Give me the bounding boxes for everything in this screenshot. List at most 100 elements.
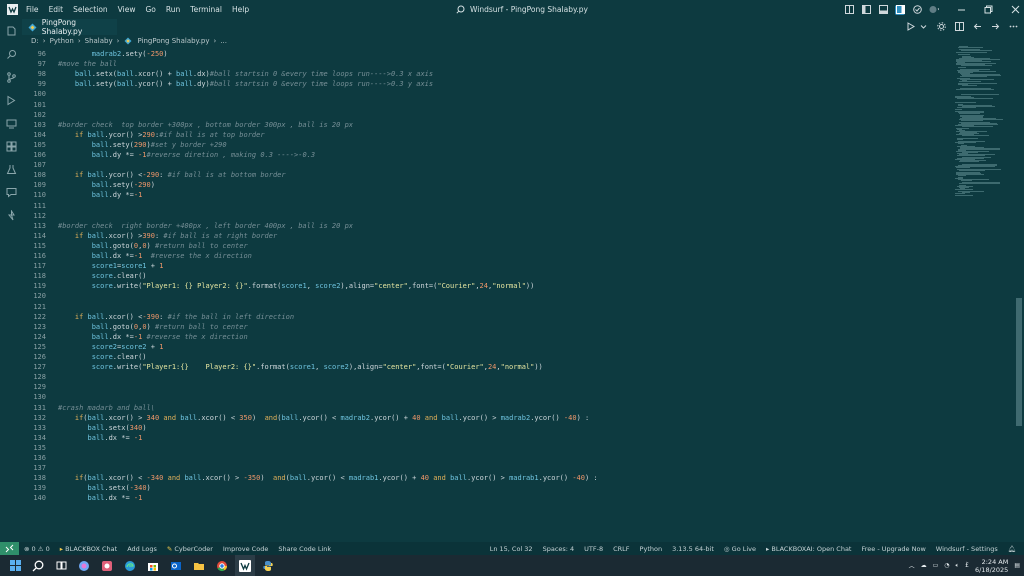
menu-edit[interactable]: Edit [48, 5, 65, 14]
chevron-up-icon[interactable]: ︿ [909, 561, 915, 570]
code-line[interactable]: 120 [22, 291, 952, 301]
menu-terminal[interactable]: Terminal [189, 5, 223, 14]
onedrive-icon[interactable]: ☁ [921, 562, 927, 569]
blackbox-chat-item[interactable]: ▸ BLACKBOX Chat [60, 545, 117, 553]
code-line[interactable]: 113 #border check right border +400px , l… [22, 221, 952, 231]
volume-icon[interactable]: 🔈︎ [956, 562, 960, 570]
windows-start-icon[interactable] [5, 555, 25, 576]
code-line[interactable]: 123 ball.goto(0,0) #return ball to cente… [22, 322, 952, 332]
code-line[interactable]: 140 ball.dx *= -1 [22, 493, 952, 503]
improve-code-item[interactable]: Improve Code [223, 545, 268, 553]
keyboard-language-icon[interactable]: ٰ£ [965, 562, 969, 569]
menu-run[interactable]: Run [165, 5, 181, 14]
chrome-icon[interactable] [212, 555, 232, 576]
code-line[interactable]: 131 #crash madarb and ball\ [22, 403, 952, 413]
code-line[interactable]: 127 score.write("Player1:{} Player2: {}"… [22, 362, 952, 372]
upgrade-item[interactable]: Free - Upgrade Now [861, 545, 925, 553]
remote-explorer-icon[interactable] [5, 117, 17, 129]
go-live-item[interactable]: ◎ Go Live [724, 545, 756, 553]
code-line[interactable]: 106 ball.dy *= -1#reverse diretion , mak… [22, 150, 952, 160]
breadcrumb-shalaby[interactable]: Shalaby [85, 37, 113, 45]
encoding[interactable]: UTF-8 [584, 545, 603, 553]
menu-help[interactable]: Help [231, 5, 250, 14]
photos-app-icon[interactable] [97, 555, 117, 576]
code-line[interactable]: 107 [22, 160, 952, 170]
code-line[interactable]: 132 if(ball.xcor() > 340 and ball.xcor()… [22, 413, 952, 423]
microsoft-store-icon[interactable] [143, 555, 163, 576]
code-line[interactable]: 96 madrab2.sety(-250) [22, 49, 952, 59]
windsurf-cascade-icon[interactable] [5, 209, 17, 221]
code-line[interactable]: 114 if ball.xcor() >390: #if ball is at … [22, 231, 952, 241]
code-line[interactable]: 129 [22, 382, 952, 392]
arrow-left-icon[interactable] [972, 21, 982, 31]
menu-view[interactable]: View [117, 5, 137, 14]
indentation[interactable]: Spaces: 4 [543, 545, 575, 553]
chevron-down-icon[interactable] [918, 21, 928, 31]
wifi-icon[interactable]: ◔ [944, 562, 949, 569]
code-line[interactable]: 136 [22, 453, 952, 463]
code-line[interactable]: 137 [22, 463, 952, 473]
testing-icon[interactable] [5, 163, 17, 175]
source-control-icon[interactable] [5, 71, 17, 83]
code-line[interactable]: 103 #border check top border +300px , bot… [22, 120, 952, 130]
code-line[interactable]: 139 ball.setx(-340) [22, 483, 952, 493]
code-line[interactable]: 125 score2=score2 + 1 [22, 342, 952, 352]
more-actions-icon[interactable] [1008, 21, 1018, 31]
code-line[interactable]: 134 ball.dx *= -1 [22, 433, 952, 443]
code-line[interactable]: 122 if ball.xcor() <-390: #if the ball i… [22, 312, 952, 322]
code-line[interactable]: 133 ball.setx(340) [22, 423, 952, 433]
add-logs-item[interactable]: Add Logs [127, 545, 157, 553]
toggle-secondary-sidebar-icon[interactable] [895, 4, 905, 15]
arrow-right-icon[interactable] [990, 21, 1000, 31]
python-interpreter[interactable]: 3.13.5 64-bit [672, 545, 714, 553]
share-code-link-item[interactable]: Share Code Link [278, 545, 331, 553]
edge-browser-icon[interactable] [120, 555, 140, 576]
python-idle-icon[interactable] [258, 555, 278, 576]
code-line[interactable]: 119 score.write("Player1: {} Player2: {}… [22, 281, 952, 291]
problems-indicator[interactable]: ⊗ 0 ⚠ 0 [24, 545, 50, 553]
notifications-icon[interactable]: 🔔︎ [1008, 545, 1016, 553]
code-line[interactable]: 102 [22, 110, 952, 120]
toggle-sidebar-icon[interactable] [861, 5, 871, 15]
code-line[interactable]: 105 ball.sety(290)#set y border +290 [22, 140, 952, 150]
code-line[interactable]: 99 ball.sety(ball.ycor() + ball.dy)#ball… [22, 79, 952, 89]
code-line[interactable]: 101 [22, 100, 952, 110]
cursor-position[interactable]: Ln 15, Col 32 [490, 545, 533, 553]
code-line[interactable]: 128 [22, 372, 952, 382]
menu-selection[interactable]: Selection [72, 5, 109, 14]
file-explorer-icon[interactable] [189, 555, 209, 576]
code-line[interactable]: 110 ball.dy *=-1 [22, 190, 952, 200]
code-line[interactable]: 109 ball.sety(-290) [22, 180, 952, 190]
code-line[interactable]: 116 ball.dx *=-1 #reverse the x directio… [22, 251, 952, 261]
breadcrumb-python[interactable]: Python [50, 37, 74, 45]
code-line[interactable]: 130 [22, 392, 952, 402]
language-mode[interactable]: Python [640, 545, 663, 553]
windsurf-status-icon[interactable] [912, 5, 922, 15]
copilot-icon[interactable] [74, 555, 94, 576]
code-line[interactable]: 126 score.clear() [22, 352, 952, 362]
code-line[interactable]: 117 score1=score1 + 1 [22, 261, 952, 271]
minimap[interactable] [952, 46, 1014, 542]
breadcrumb-file[interactable]: PingPong Shalaby.py [137, 37, 209, 45]
restore-icon[interactable] [983, 5, 993, 15]
editor-scrollbar-thumb[interactable] [1016, 298, 1022, 426]
code-line[interactable]: 138 if(ball.xcor() < -340 and ball.xcor(… [22, 473, 952, 483]
outlook-icon[interactable] [166, 555, 186, 576]
code-line[interactable]: 124 ball.dx *=-1 #reverse the x directio… [22, 332, 952, 342]
notification-center-icon[interactable]: ▤ [1014, 562, 1020, 569]
blackboxai-open-chat[interactable]: ▸ BLACKBOXAI: Open Chat [766, 545, 851, 553]
code-line[interactable]: 108 if ball.ycor() <-290: #if ball is at… [22, 170, 952, 180]
code-line[interactable]: 104 if ball.ycor() >290:#if ball is at t… [22, 130, 952, 140]
explorer-icon[interactable] [5, 25, 17, 37]
windsurf-logo-icon[interactable] [5, 3, 19, 17]
menu-file[interactable]: File [25, 5, 40, 14]
code-line[interactable]: 118 score.clear() [22, 271, 952, 281]
run-python-file-icon[interactable] [905, 21, 915, 31]
minimize-icon[interactable] [956, 5, 966, 15]
code-editor[interactable]: 96 madrab2.sety(-250) 97 #move the ball 98 … [22, 46, 952, 542]
cybercoder-item[interactable]: ✎ CyberCoder [167, 545, 213, 553]
line-ending[interactable]: CRLF [613, 545, 629, 553]
breadcrumb-symbol[interactable]: ... [220, 37, 227, 45]
account-icon[interactable] [929, 5, 939, 15]
command-center[interactable]: Windsurf - PingPong Shalaby.py [455, 3, 615, 16]
